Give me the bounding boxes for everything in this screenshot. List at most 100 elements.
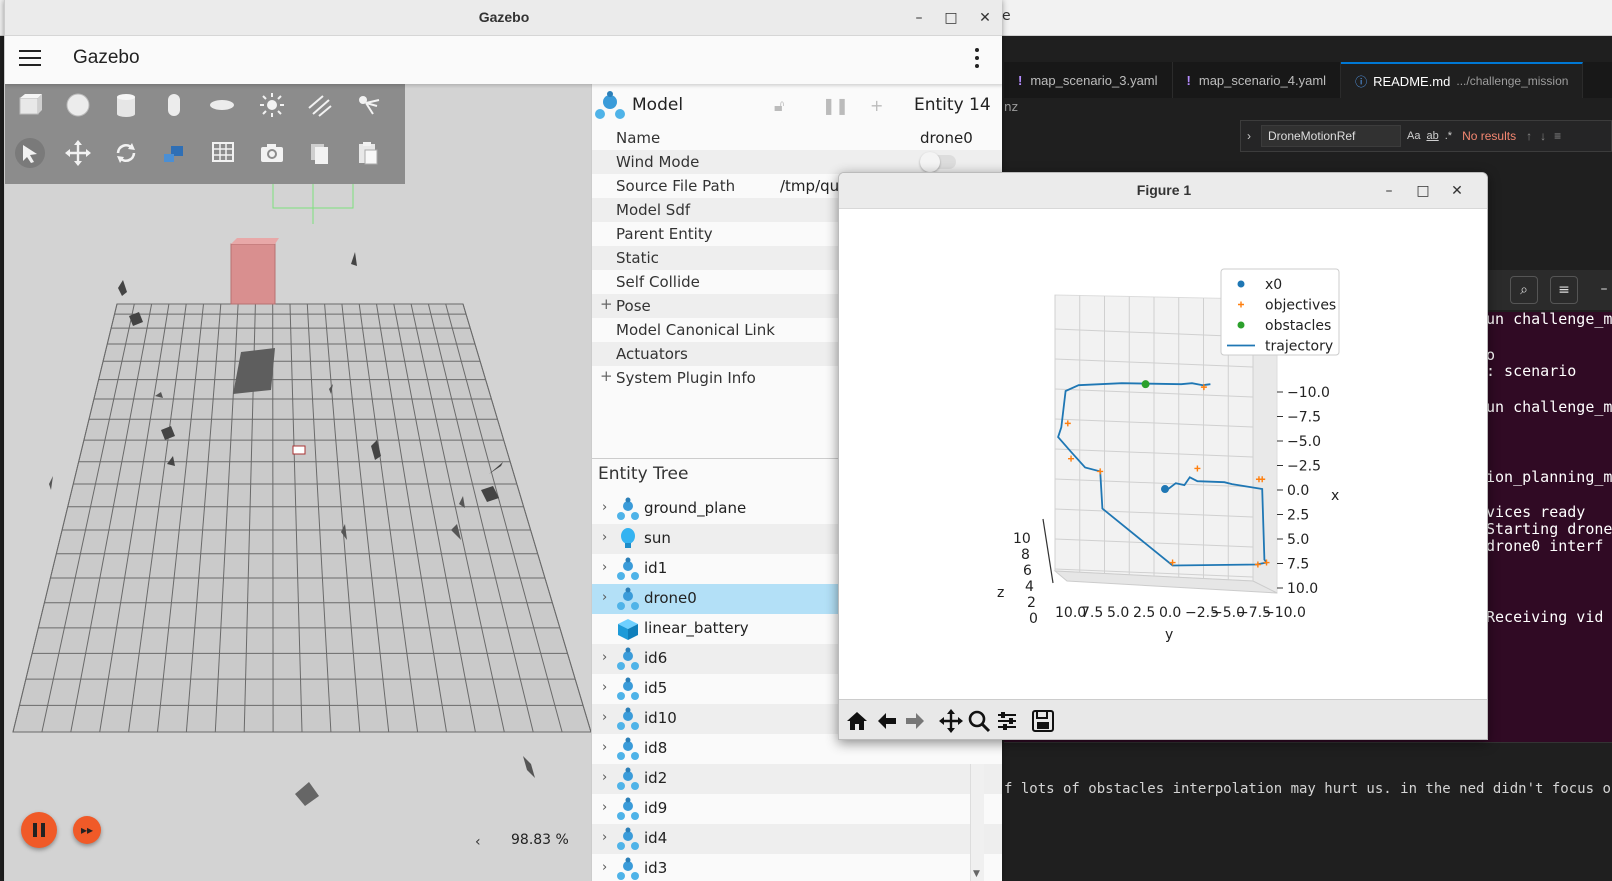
menu-icon[interactable]: ≡ (1554, 129, 1561, 143)
model-icon (617, 737, 639, 760)
zoom-icon[interactable] (965, 707, 993, 735)
match-word-toggle[interactable]: ab (1426, 130, 1438, 142)
obstacle (523, 756, 535, 778)
y-axis-label: y (1165, 627, 1173, 643)
plot-canvas[interactable]: −10.0 −7.5 −5.0 −2.5 0.0 2.5 5.0 7.5 10.0 x 10.0 7.… (839, 209, 1487, 699)
prop-wind-mode: Wind Mode (592, 150, 1002, 174)
prop-key: Parent Entity (616, 225, 713, 243)
expand-icon[interactable]: + (600, 295, 613, 313)
hamburger-menu-icon[interactable] (19, 50, 41, 68)
copy-icon[interactable] (305, 138, 335, 168)
chevron-right-icon[interactable]: › (602, 650, 607, 665)
scene-3d[interactable]: ▸▸ ‹ 98.83 % (5, 84, 591, 881)
chevron-right-icon[interactable]: › (602, 800, 607, 815)
prop-key: Actuators (616, 345, 688, 363)
forward-icon[interactable] (901, 707, 929, 735)
tree-item-label: id5 (644, 679, 668, 697)
find-input[interactable]: DroneMotionRef (1261, 125, 1401, 147)
lock-icon[interactable]: 🔓︎ (774, 96, 784, 116)
save-icon[interactable] (1029, 707, 1057, 735)
chevron-right-icon[interactable]: › (602, 710, 607, 725)
breadcrumb: nz (1004, 100, 1018, 114)
tab-map-scenario-4[interactable]: ! map_scenario_4.yaml (1173, 62, 1342, 98)
tab-map-scenario-3[interactable]: ! map_scenario_3.yaml (1004, 62, 1173, 98)
sun-icon[interactable] (257, 90, 287, 120)
chevron-right-icon[interactable]: › (602, 830, 607, 845)
wind-mode-toggle[interactable] (920, 152, 956, 172)
arrow-up-icon[interactable]: ↑ (1526, 129, 1532, 143)
tree-item-id9[interactable]: › id9 (592, 794, 1002, 824)
search-icon[interactable]: ⌕ (1510, 276, 1538, 304)
pan-icon[interactable] (937, 707, 965, 735)
cylinder-icon[interactable] (111, 90, 141, 120)
sphere-icon[interactable] (63, 90, 93, 120)
box-icon[interactable] (15, 90, 45, 120)
pause-button[interactable] (21, 812, 57, 848)
tab-readme[interactable]: ⓘ README.md .../challenge_mission (1341, 62, 1584, 98)
back-icon[interactable] (873, 707, 901, 735)
maximize-icon[interactable]: □ (941, 8, 961, 28)
x-tick-label: 10.0 (1287, 581, 1318, 597)
close-icon[interactable]: ✕ (1447, 181, 1467, 201)
y-tick-label: 2.5 (1133, 605, 1155, 621)
chevron-right-icon[interactable]: › (602, 680, 607, 695)
chevron-right-icon[interactable]: › (1241, 129, 1257, 143)
minimize-icon[interactable]: – (1379, 181, 1399, 201)
list-icon[interactable]: ≡ (1550, 276, 1578, 304)
tree-item-id3[interactable]: › id3 (592, 854, 1002, 881)
minimize-icon[interactable]: – (1590, 276, 1612, 304)
select-icon[interactable] (15, 138, 45, 168)
scrollbar[interactable]: ▼ (970, 764, 984, 881)
chevron-right-icon[interactable]: › (602, 740, 607, 755)
tab-label: README.md (1373, 73, 1451, 89)
prop-key: Self Collide (616, 273, 700, 291)
editor-area[interactable]: f lots of obstacles interpolation may hu… (1004, 742, 1612, 881)
directional-light-icon[interactable] (305, 90, 335, 120)
tree-item-label: drone0 (644, 589, 697, 607)
home-icon[interactable] (843, 707, 871, 735)
terminal-line: un challenge_m (1486, 398, 1612, 416)
configure-icon[interactable] (993, 707, 1021, 735)
translate-icon[interactable] (63, 138, 93, 168)
grid-icon[interactable] (209, 138, 239, 168)
more-vert-icon[interactable] (975, 48, 981, 72)
entity-id: Entity 14 (914, 95, 991, 115)
terminal-header: ⌕ ≡ – (1470, 270, 1612, 310)
paste-icon[interactable] (353, 138, 383, 168)
chevron-right-icon[interactable]: › (602, 560, 607, 575)
arrow-down-icon[interactable]: ↓ (1540, 129, 1546, 143)
capsule-icon[interactable] (159, 90, 189, 120)
snap-icon[interactable] (159, 138, 189, 168)
chevron-right-icon[interactable]: › (602, 770, 607, 785)
tree-item-label: id6 (644, 649, 668, 667)
match-case-toggle[interactable]: Aa (1407, 130, 1420, 142)
prop-value[interactable]: drone0 (920, 129, 973, 147)
add-icon[interactable]: + (870, 96, 883, 115)
regex-toggle[interactable]: .* (1445, 130, 1452, 142)
model-icon (617, 767, 639, 790)
tree-item-id2[interactable]: › id2 (592, 764, 1002, 794)
tree-item-id4[interactable]: › id4 (592, 824, 1002, 854)
maximize-icon[interactable]: □ (1413, 181, 1433, 201)
x-tick-label: 5.0 (1287, 532, 1309, 548)
step-forward-button[interactable]: ▸▸ (73, 816, 101, 844)
pause-updates-icon[interactable]: ❚❚ (822, 96, 849, 115)
chevron-right-icon[interactable]: › (602, 500, 607, 515)
minimize-icon[interactable]: – (909, 8, 929, 28)
rotate-icon[interactable] (111, 138, 141, 168)
terminal-line: drone0 interf (1486, 537, 1604, 555)
scroll-down-icon[interactable]: ▼ (973, 869, 980, 879)
tree-item-label: ground_plane (644, 499, 747, 517)
ellipsoid-icon[interactable] (207, 90, 237, 120)
chevron-right-icon[interactable]: › (602, 530, 607, 545)
chevron-right-icon[interactable]: › (602, 590, 607, 605)
gazebo-titlebar: Gazebo – □ ✕ (5, 0, 1002, 36)
light-icon (621, 528, 635, 548)
chevron-right-icon[interactable]: › (602, 860, 607, 875)
close-icon[interactable]: ✕ (975, 8, 995, 28)
prop-value[interactable]: /tmp/qu (780, 177, 839, 195)
spot-light-icon[interactable] (353, 90, 383, 120)
chevron-left-icon[interactable]: ‹ (475, 834, 481, 850)
expand-icon[interactable]: + (600, 367, 613, 385)
camera-icon[interactable] (257, 138, 287, 168)
